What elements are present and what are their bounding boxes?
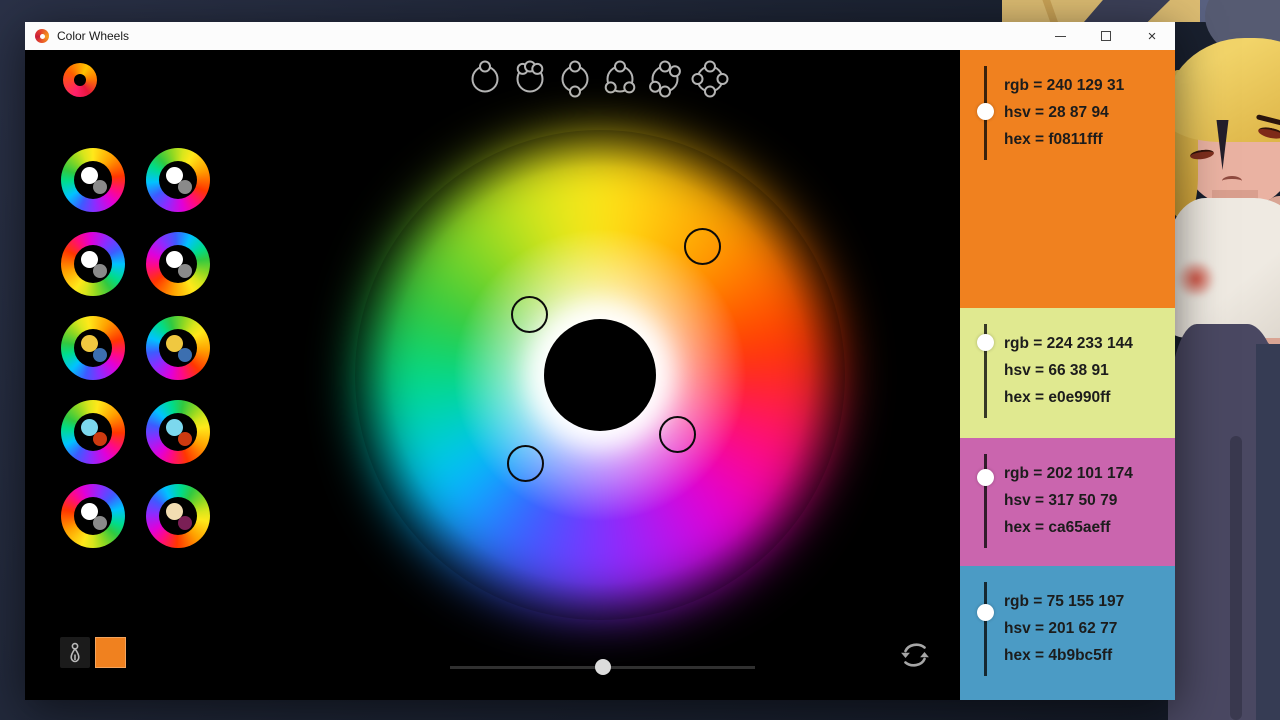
window-title: Color Wheels [57, 29, 130, 43]
thumbnail-dot-primary [166, 503, 183, 520]
palette-swatch-1[interactable]: rgb = 240 129 31 hsv = 28 87 94 hex = f081… [960, 50, 1175, 308]
thumbnail-dot-secondary [93, 432, 107, 446]
palette-thumbnail-grid [61, 148, 210, 548]
swatch-values: rgb = 240 129 31 hsv = 28 87 94 hex = f081… [1004, 72, 1124, 153]
refresh-button[interactable] [897, 640, 933, 670]
app-icon [35, 29, 49, 43]
desktop: { "window": { "title": "Color Wheels", "… [0, 0, 1280, 720]
swatch-values: rgb = 75 155 197 hsv = 201 62 77 hex = 4b9… [1004, 588, 1124, 669]
palette-swatch-3[interactable]: rgb = 202 101 174 hsv = 317 50 79 hex = ca… [960, 438, 1175, 566]
swatch-hex-value: hex = 4b9bc5ff [1004, 647, 1113, 664]
swatch-rgb-value: rgb = 75 155 197 [1004, 593, 1125, 610]
close-icon: × [1147, 27, 1157, 45]
thumbnail-dot-secondary [93, 180, 107, 194]
swatch-slider-track[interactable] [984, 582, 987, 676]
eyedropper-button[interactable] [60, 637, 90, 668]
thumbnail-dot-primary [166, 167, 183, 184]
swatch-hex-value: hex = e0e990ff [1004, 389, 1111, 406]
swatch-slider-handle[interactable] [977, 604, 994, 621]
swatch-values: rgb = 202 101 174 hsv = 317 50 79 hex = ca… [1004, 460, 1133, 541]
brightness-slider[interactable] [450, 658, 755, 676]
background-art-leg-shadow [1230, 436, 1242, 720]
wheel-thumbnail-6[interactable] [146, 316, 210, 380]
titlebar[interactable]: Color Wheels × [25, 22, 1175, 50]
thumbnail-dot-primary [81, 335, 98, 352]
maximize-icon [1101, 31, 1111, 41]
eyedropper-icon [70, 642, 80, 662]
color-wheel[interactable] [355, 130, 845, 620]
palette-swatch-2[interactable]: rgb = 224 233 144 hsv = 66 38 91 hex = e0e… [960, 308, 1175, 438]
app-content: rgb = 240 129 31 hsv = 28 87 94 hex = f081… [25, 50, 1175, 700]
swatch-values: rgb = 224 233 144 hsv = 66 38 91 hex = e0e… [1004, 330, 1133, 411]
swatch-hsv-value: hsv = 201 62 77 [1004, 620, 1118, 637]
thumbnail-dot-primary [81, 419, 98, 436]
wheel-selector-3[interactable] [659, 416, 696, 453]
wheel-selector-2[interactable] [511, 296, 548, 333]
color-wheel-center-dot [544, 319, 656, 431]
thumbnail-dot-secondary [93, 348, 107, 362]
harmony-mode-triadic[interactable] [601, 60, 639, 98]
wheel-selector-4[interactable] [507, 445, 544, 482]
brightness-slider-handle[interactable] [594, 659, 611, 675]
background-art-blush [1174, 262, 1218, 296]
thumbnail-dot-primary [81, 503, 98, 520]
minimize-button[interactable] [1037, 22, 1083, 50]
harmony-mode-analogous[interactable] [511, 60, 549, 98]
thumbnail-dot-primary [166, 335, 183, 352]
thumbnail-dot-secondary [178, 180, 192, 194]
thumbnail-dot-secondary [93, 516, 107, 530]
background-art-mouth [1222, 176, 1242, 186]
harmony-row [466, 60, 729, 98]
swatch-hsv-value: hsv = 66 38 91 [1004, 362, 1109, 379]
wheel-thumbnail-9[interactable] [61, 484, 125, 548]
current-color-swatch[interactable] [95, 637, 126, 668]
harmony-mode-monochromatic[interactable] [466, 60, 504, 98]
harmony-mode-complementary[interactable] [556, 60, 594, 98]
wheel-thumbnail-8[interactable] [146, 400, 210, 464]
thumbnail-dot-primary [81, 251, 98, 268]
swatch-slider-handle[interactable] [977, 334, 994, 351]
wheel-thumbnail-7[interactable] [61, 400, 125, 464]
refresh-sync-icon [901, 643, 929, 667]
swatch-hsv-value: hsv = 317 50 79 [1004, 492, 1118, 509]
thumbnail-dot-primary [166, 419, 183, 436]
wheel-selector-1[interactable] [684, 228, 721, 265]
color-wheels-window: Color Wheels × rgb = 240 129 31 hsv = 28… [25, 22, 1175, 700]
thumbnail-dot-secondary [178, 264, 192, 278]
harmony-mode-square[interactable] [691, 60, 729, 98]
minimize-icon [1054, 35, 1066, 37]
swatch-rgb-value: rgb = 202 101 174 [1004, 465, 1133, 482]
wheel-thumbnail-3[interactable] [61, 232, 125, 296]
palette-swatch-4[interactable]: rgb = 75 155 197 hsv = 201 62 77 hex = 4b9… [960, 566, 1175, 700]
wheel-thumbnail-4[interactable] [146, 232, 210, 296]
swatch-slider-handle[interactable] [977, 103, 994, 120]
background-art-back-leg [1256, 344, 1280, 720]
swatch-rgb-value: rgb = 224 233 144 [1004, 335, 1133, 352]
thumbnail-dot-primary [81, 167, 98, 184]
thumbnail-dot-secondary [178, 348, 192, 362]
palette-panel: rgb = 240 129 31 hsv = 28 87 94 hex = f081… [960, 50, 1175, 700]
thumbnail-dot-secondary [178, 516, 192, 530]
swatch-hex-value: hex = f0811fff [1004, 131, 1103, 148]
harmony-mode-tetradic[interactable] [646, 60, 684, 98]
swatch-slider-handle[interactable] [977, 469, 994, 486]
thumbnail-dot-secondary [93, 264, 107, 278]
maximize-button[interactable] [1083, 22, 1129, 50]
close-button[interactable]: × [1129, 22, 1175, 50]
wheel-thumbnail-10[interactable] [146, 484, 210, 548]
app-logo-donut [63, 63, 97, 97]
thumbnail-dot-secondary [178, 432, 192, 446]
swatch-hsv-value: hsv = 28 87 94 [1004, 104, 1109, 121]
thumbnail-dot-primary [166, 251, 183, 268]
wheel-thumbnail-2[interactable] [146, 148, 210, 212]
wheel-thumbnail-5[interactable] [61, 316, 125, 380]
swatch-hex-value: hex = ca65aeff [1004, 519, 1111, 536]
wheel-thumbnail-1[interactable] [61, 148, 125, 212]
swatch-rgb-value: rgb = 240 129 31 [1004, 77, 1125, 94]
